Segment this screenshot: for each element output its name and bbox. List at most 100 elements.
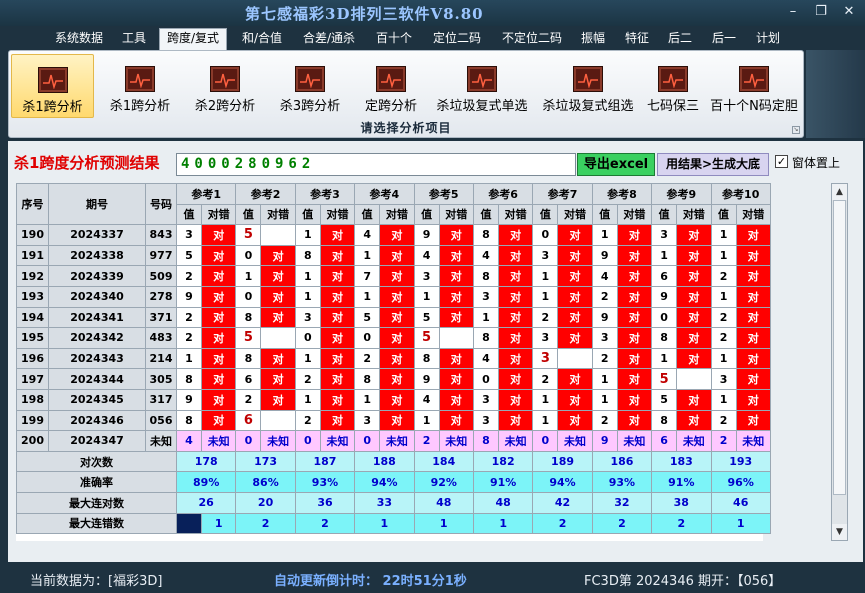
tool-kill3-span[interactable]: 杀3跨分析	[271, 54, 349, 118]
stat-row: 最大连错数 1 2 2 1 1 1 2 2 2 1	[16, 512, 771, 535]
menu-system-data[interactable]: 系统数据	[50, 29, 108, 48]
stat-value: 86%	[235, 471, 296, 493]
vertical-scrollbar[interactable]: ▲ ▼	[831, 183, 848, 541]
ref-value: 2	[294, 368, 321, 390]
menu-nonpos-two[interactable]: 不定位二码	[497, 29, 567, 48]
tool-fixed-span[interactable]: 定跨分析	[356, 54, 426, 118]
stat-value: 96%	[710, 471, 771, 493]
ref-value: 1	[294, 265, 321, 287]
stat-value: 93%	[591, 471, 653, 493]
ref-value: 2	[294, 409, 321, 432]
header-ref-3: 参考3	[294, 183, 356, 205]
ref-value: 1	[532, 388, 559, 411]
scroll-thumb[interactable]	[833, 200, 846, 495]
row-seq: 198	[16, 388, 49, 411]
tool-label: 七码保三	[646, 99, 699, 114]
ref-wrong	[676, 368, 712, 390]
menu-digits[interactable]: 百十个	[371, 29, 417, 48]
ref-correct: 对	[319, 285, 356, 308]
row-seq: 195	[16, 327, 49, 349]
ref-value: 1	[591, 224, 618, 246]
tool-kill-junk-single[interactable]: 杀垃圾复式单选	[432, 54, 532, 118]
tool-kill-junk-group[interactable]: 杀垃圾复式组选	[538, 54, 638, 118]
ref-correct: 对	[557, 285, 593, 308]
table-row[interactable]: 198 2024345 317 9 对 2 对 1 对 1 对 4 对 3 对 1 对 1 对 5 对 1 对	[16, 388, 771, 411]
tool-seven-three[interactable]: 七码保三	[643, 54, 703, 118]
ref-correct: 对	[676, 409, 712, 432]
header-value: 值	[235, 203, 262, 226]
tool-kill1-span[interactable]: 杀1跨分析	[11, 54, 94, 118]
stat-value: 94%	[354, 471, 415, 493]
stat-selected-cell	[176, 512, 202, 535]
stat-value: 1	[200, 512, 237, 535]
ref-value: 1	[710, 224, 737, 246]
stat-value: 91%	[651, 471, 712, 493]
ref-correct: 对	[200, 327, 237, 349]
ref-correct: 对	[319, 224, 356, 246]
header-ref-2: 参考2	[235, 183, 296, 205]
ref-correct: 对	[616, 368, 653, 390]
chart-icon	[376, 66, 406, 92]
tool-kill2-span[interactable]: 杀2跨分析	[186, 54, 264, 118]
stat-value: 38	[651, 491, 712, 514]
menu-sum[interactable]: 和/合值	[236, 29, 288, 48]
scroll-up-icon[interactable]: ▲	[832, 184, 847, 200]
result-field[interactable]: 4000280962	[176, 153, 576, 176]
stat-value: 32	[591, 491, 653, 514]
ribbon: 杀1跨分析 杀1跨分析 杀2跨分析 杀3跨分析 定跨分析 杀垃圾复式单选 杀垃圾…	[8, 50, 804, 138]
stat-value: 1	[710, 512, 771, 535]
tool-n-code-gall[interactable]: 百十个N码定胆	[707, 54, 801, 118]
table-row[interactable]: 197 2024344 305 8 对 6 对 2 对 8 对 9 对 0 对 2 对 1 对 5 3 对	[16, 368, 771, 390]
menu-span-compound[interactable]: 跨度/复式	[159, 28, 227, 50]
menu-last-two[interactable]: 后二	[662, 29, 698, 48]
ref-correct: 对	[497, 244, 534, 267]
pin-window-label: 窗体置上	[792, 156, 841, 170]
ref-correct: 对	[497, 285, 534, 308]
row-period: 2024343	[48, 347, 146, 370]
ref-value: 2	[591, 347, 618, 370]
ref-correct: 对	[379, 347, 415, 370]
ref-value: 0	[235, 285, 262, 308]
stat-value: 46	[710, 491, 771, 514]
menu-plan[interactable]: 计划	[750, 29, 786, 48]
export-excel-button[interactable]: 导出excel	[577, 153, 655, 176]
ref-unknown: 未知	[379, 430, 415, 452]
menu-feature[interactable]: 特征	[619, 29, 655, 48]
ref-correct: 对	[735, 224, 771, 246]
ribbon-expand-icon[interactable]: ↘	[792, 126, 800, 134]
menu-diff-kill[interactable]: 合差/通杀	[298, 29, 360, 48]
row-seq: 192	[16, 265, 49, 287]
ref-correct: 对	[379, 327, 415, 349]
menu-tools[interactable]: 工具	[117, 29, 151, 48]
tool-kill1-span-b[interactable]: 杀1跨分析	[101, 54, 179, 118]
table-row[interactable]: 191 2024338 977 5 对 0 对 8 对 1 对 4 对 4 对 3 对 9 对 1 对 1 对	[16, 244, 771, 267]
generate-base-button[interactable]: 用结果>生成大底	[657, 153, 769, 176]
menu-last-one[interactable]: 后一	[706, 29, 742, 48]
ref-value: 3	[710, 368, 737, 390]
table-row[interactable]: 199 2024346 056 8 对 6 2 对 3 对 1 对 3 对 1 对 2 对 8 对 2 对	[16, 409, 771, 432]
row-number: 214	[145, 347, 177, 370]
ref-correct: 对	[260, 285, 296, 308]
ref-correct: 对	[260, 306, 296, 329]
ref-correct: 对	[497, 306, 534, 329]
pin-window-checkbox[interactable]: ✓	[775, 155, 788, 168]
table-row-pending[interactable]: 200 2024347 未知 4 未知 0 未知 0 未知 0 未知 2 未知 8 未知 0 未知 9 未知 6 未知 2…	[16, 430, 771, 452]
table-row[interactable]: 194 2024341 371 2 对 8 对 3 对 5 对 5 对 1 对 2 对 9 对 0 对 2 对	[16, 306, 771, 329]
table-row[interactable]: 192 2024339 509 2 对 1 对 1 对 7 对 3 对 8 对 1 对 4 对 6 对 2 对	[16, 265, 771, 287]
scroll-down-icon[interactable]: ▼	[832, 524, 847, 540]
row-period: 2024340	[48, 285, 146, 308]
table-row[interactable]: 195 2024342 483 2 对 5 0 对 0 对 5 8 对 3 对 3 对 8 对 2 对	[16, 327, 771, 349]
menu-amplitude[interactable]: 振幅	[575, 29, 611, 48]
table-row[interactable]: 190 2024337 843 3 对 5 1 对 4 对 9 对 8 对 0 对 1 对 3 对 1 对	[16, 224, 771, 246]
ref-value: 2	[591, 285, 618, 308]
ref-value: 4	[176, 430, 202, 452]
close-button[interactable]: ✕	[840, 3, 858, 21]
minimize-button[interactable]: –	[784, 3, 802, 21]
table-row[interactable]: 193 2024340 278 9 对 0 对 1 对 1 对 1 对 3 对 1 对 2 对 9 对 1 对	[16, 285, 771, 308]
ref-wrong	[557, 347, 593, 370]
table-row[interactable]: 196 2024343 214 1 对 8 对 1 对 2 对 8 对 4 对 3 2 对 1 对 1 对	[16, 347, 771, 370]
menu-pos-two[interactable]: 定位二码	[428, 29, 486, 48]
ref-correct: 对	[260, 347, 296, 370]
restore-button[interactable]: ❐	[812, 3, 830, 21]
ref-value: 6	[651, 265, 678, 287]
